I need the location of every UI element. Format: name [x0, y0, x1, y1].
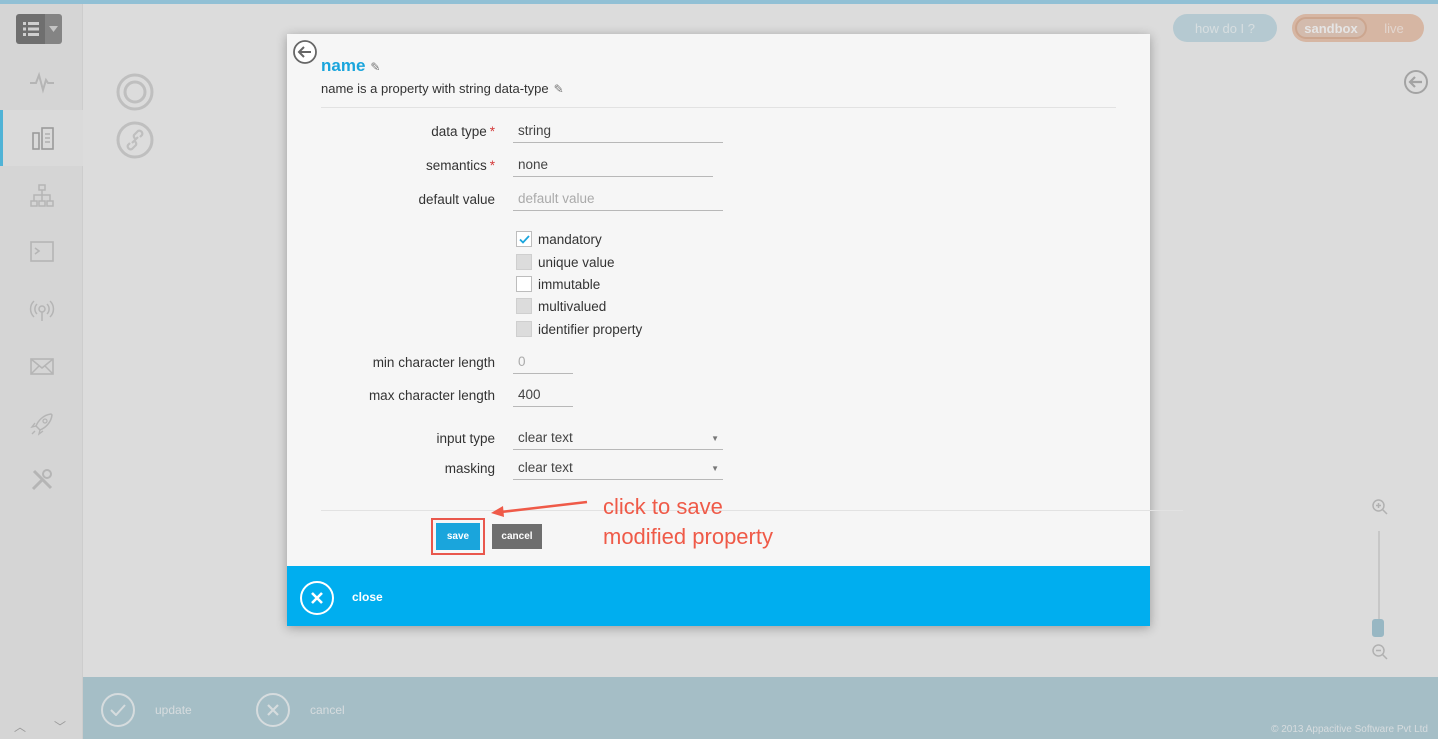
- checkbox-box[interactable]: [516, 254, 532, 270]
- cancel-button[interactable]: cancel: [492, 524, 542, 549]
- multivalued-checkbox[interactable]: multivalued: [516, 298, 606, 314]
- checkbox-label: multivalued: [538, 298, 607, 314]
- pencil-icon[interactable]: ✎: [554, 82, 564, 96]
- checkbox-label: mandatory: [538, 231, 602, 247]
- min-length-label: min character length: [372, 355, 495, 370]
- dialog-footer: close: [287, 566, 1150, 626]
- immutable-checkbox[interactable]: immutable: [516, 276, 600, 292]
- checkbox-box[interactable]: [516, 231, 532, 247]
- input-type-select[interactable]: clear text: [513, 428, 723, 450]
- max-length-label: max character length: [368, 388, 495, 403]
- checkbox-label: unique value: [538, 254, 615, 270]
- min-length-input[interactable]: 0: [513, 352, 573, 374]
- save-highlight-box: save: [431, 518, 485, 555]
- property-name: name: [321, 56, 366, 75]
- checkbox-label: identifier property: [538, 321, 643, 337]
- identifier-property-checkbox[interactable]: identifier property: [516, 321, 642, 337]
- data-type-field[interactable]: string: [513, 121, 723, 143]
- semantics-label: semantics *: [425, 158, 495, 173]
- back-arrow-icon[interactable]: [292, 39, 318, 65]
- annotation-text: click to save modified property: [603, 492, 773, 552]
- checkbox-box[interactable]: [516, 321, 532, 337]
- annotation-arrow-icon: [491, 500, 588, 517]
- masking-select[interactable]: clear text: [513, 458, 723, 480]
- checkbox-box[interactable]: [516, 276, 532, 292]
- property-description: name is a property with string data-type…: [321, 81, 564, 96]
- property-description-text: name is a property with string data-type: [321, 81, 549, 96]
- checkbox-box[interactable]: [516, 298, 532, 314]
- input-type-label: input type: [436, 431, 495, 446]
- semantics-field[interactable]: none: [513, 155, 713, 177]
- mandatory-checkbox[interactable]: mandatory: [516, 231, 602, 247]
- annotation-line-1: click to save: [603, 494, 723, 519]
- default-value-input[interactable]: default value: [513, 189, 723, 211]
- save-button[interactable]: save: [436, 523, 480, 550]
- close-icon[interactable]: [300, 581, 334, 615]
- max-length-input[interactable]: 400: [513, 385, 573, 407]
- property-title: name ✎: [321, 56, 380, 76]
- close-button[interactable]: close: [352, 590, 383, 604]
- annotation-line-2: modified property: [603, 524, 773, 549]
- unique-value-checkbox[interactable]: unique value: [516, 254, 615, 270]
- property-edit-dialog: name ✎ name is a property with string dat…: [287, 34, 1183, 626]
- pencil-icon[interactable]: ✎: [370, 60, 380, 74]
- checkbox-label: immutable: [538, 276, 601, 292]
- masking-label: masking: [444, 461, 495, 476]
- data-type-label: data type *: [431, 124, 495, 139]
- divider: [321, 107, 1116, 108]
- default-value-label: default value: [418, 192, 495, 207]
